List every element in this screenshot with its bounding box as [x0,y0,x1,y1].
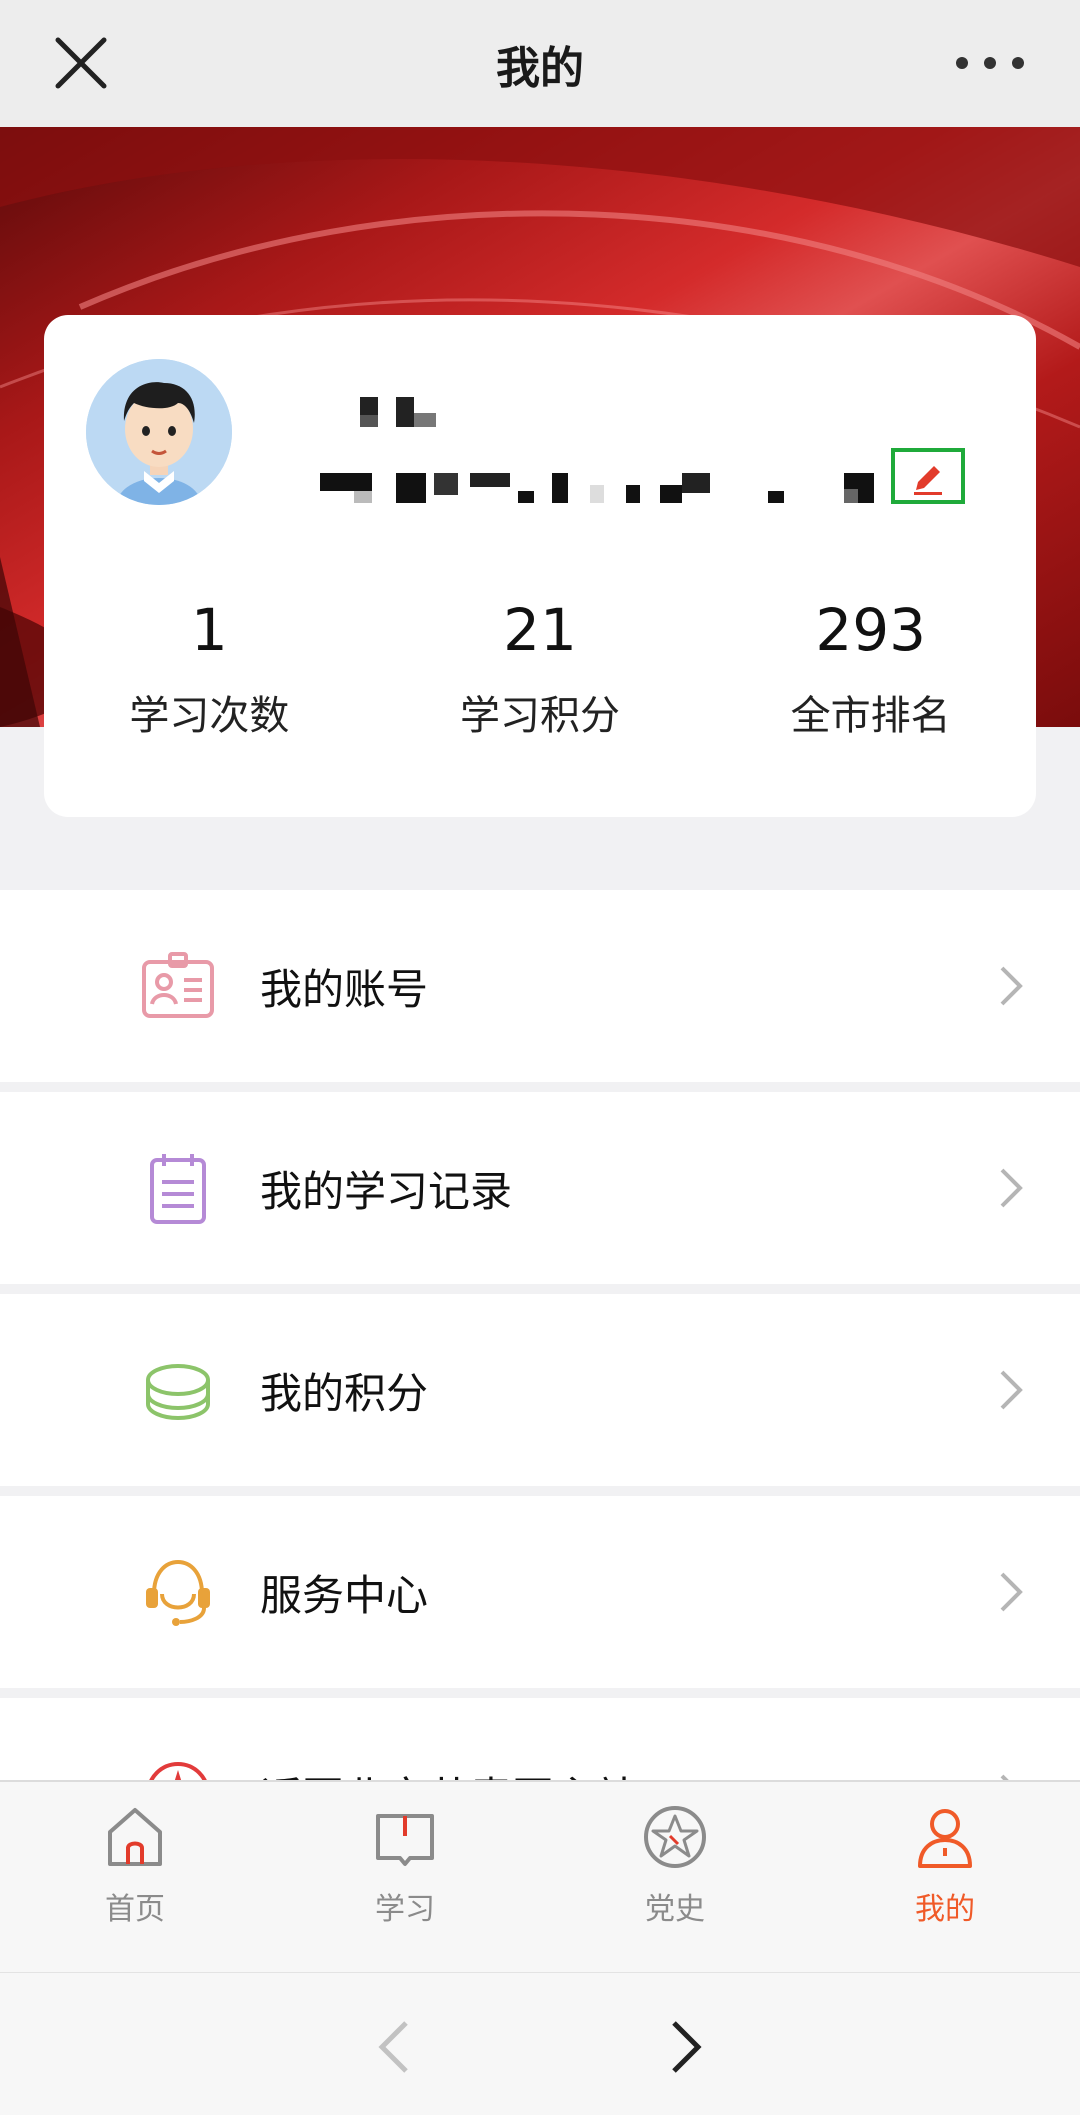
bottom-tab-bar: 首页 学习 党史 我的 [0,1780,1080,1974]
edit-profile-button[interactable] [891,448,965,504]
menu-list: 我的账号 我的学习记录 我的积分 服务中心 [0,890,1080,1900]
menu-item-label: 我的学习记录 [260,1166,513,1216]
coin-stack-icon [146,1364,210,1421]
book-icon [376,1814,434,1866]
tab-study[interactable]: 学习 [270,1782,540,1974]
menu-item-label: 我的积分 [260,1368,429,1418]
stat-value: 21 [503,596,577,664]
stat-value: 1 [190,596,228,664]
menu-item-label: 我的账号 [260,964,429,1014]
menu-item-label: 服务中心 [260,1570,429,1620]
notepad-icon [150,1154,206,1224]
menu-item-my-points[interactable]: 我的积分 [0,1294,1080,1486]
headset-icon [146,1559,210,1626]
chevron-right-icon [1000,1370,1023,1410]
menu-item-study-records[interactable]: 我的学习记录 [0,1092,1080,1284]
menu-item-my-account[interactable]: 我的账号 [0,890,1080,1082]
tab-label: 党史 [645,1892,705,1927]
tab-home[interactable]: 首页 [0,1782,270,1974]
avatar-cartoon-boy [86,359,232,505]
stat-value: 293 [815,596,927,664]
browser-nav-bar [0,1972,1080,2115]
page-title: 我的 [496,42,584,94]
avatar[interactable] [86,359,232,505]
profile-card: 1 学习次数 21 学习积分 293 全市排名 [44,315,1036,817]
title-bar: 我的 [0,0,1080,127]
chevron-right-icon [1000,1572,1023,1612]
close-icon[interactable] [50,32,112,94]
id-card-icon [142,952,214,1018]
home-icon [108,1808,162,1866]
star-badge-icon [644,1806,706,1868]
stats-row: 1 学习次数 21 学习积分 293 全市排名 [44,595,1036,741]
stat-city-rank[interactable]: 293 全市排名 [705,595,1036,741]
stat-label: 学习次数 [129,693,290,739]
chevron-right-icon [1000,966,1023,1006]
stat-label: 全市排名 [790,693,951,739]
tab-label: 我的 [915,1892,975,1927]
user-icon [918,1809,972,1868]
tab-mine[interactable]: 我的 [810,1782,1080,1974]
chevron-left-icon[interactable] [374,2019,414,2075]
more-icon[interactable] [940,38,1040,88]
chevron-right-icon [1000,1168,1023,1208]
tab-label: 学习 [375,1892,435,1927]
stat-label: 学习积分 [460,693,620,739]
menu-item-service-center[interactable]: 服务中心 [0,1496,1080,1688]
redacted-name [320,397,874,503]
pencil-icon [914,466,942,495]
tab-label: 首页 [105,1892,165,1927]
tab-party-history[interactable]: 党史 [540,1782,810,1974]
stat-study-points[interactable]: 21 学习积分 [375,595,706,741]
stat-study-count[interactable]: 1 学习次数 [44,595,375,741]
chevron-right-icon[interactable] [666,2019,706,2075]
